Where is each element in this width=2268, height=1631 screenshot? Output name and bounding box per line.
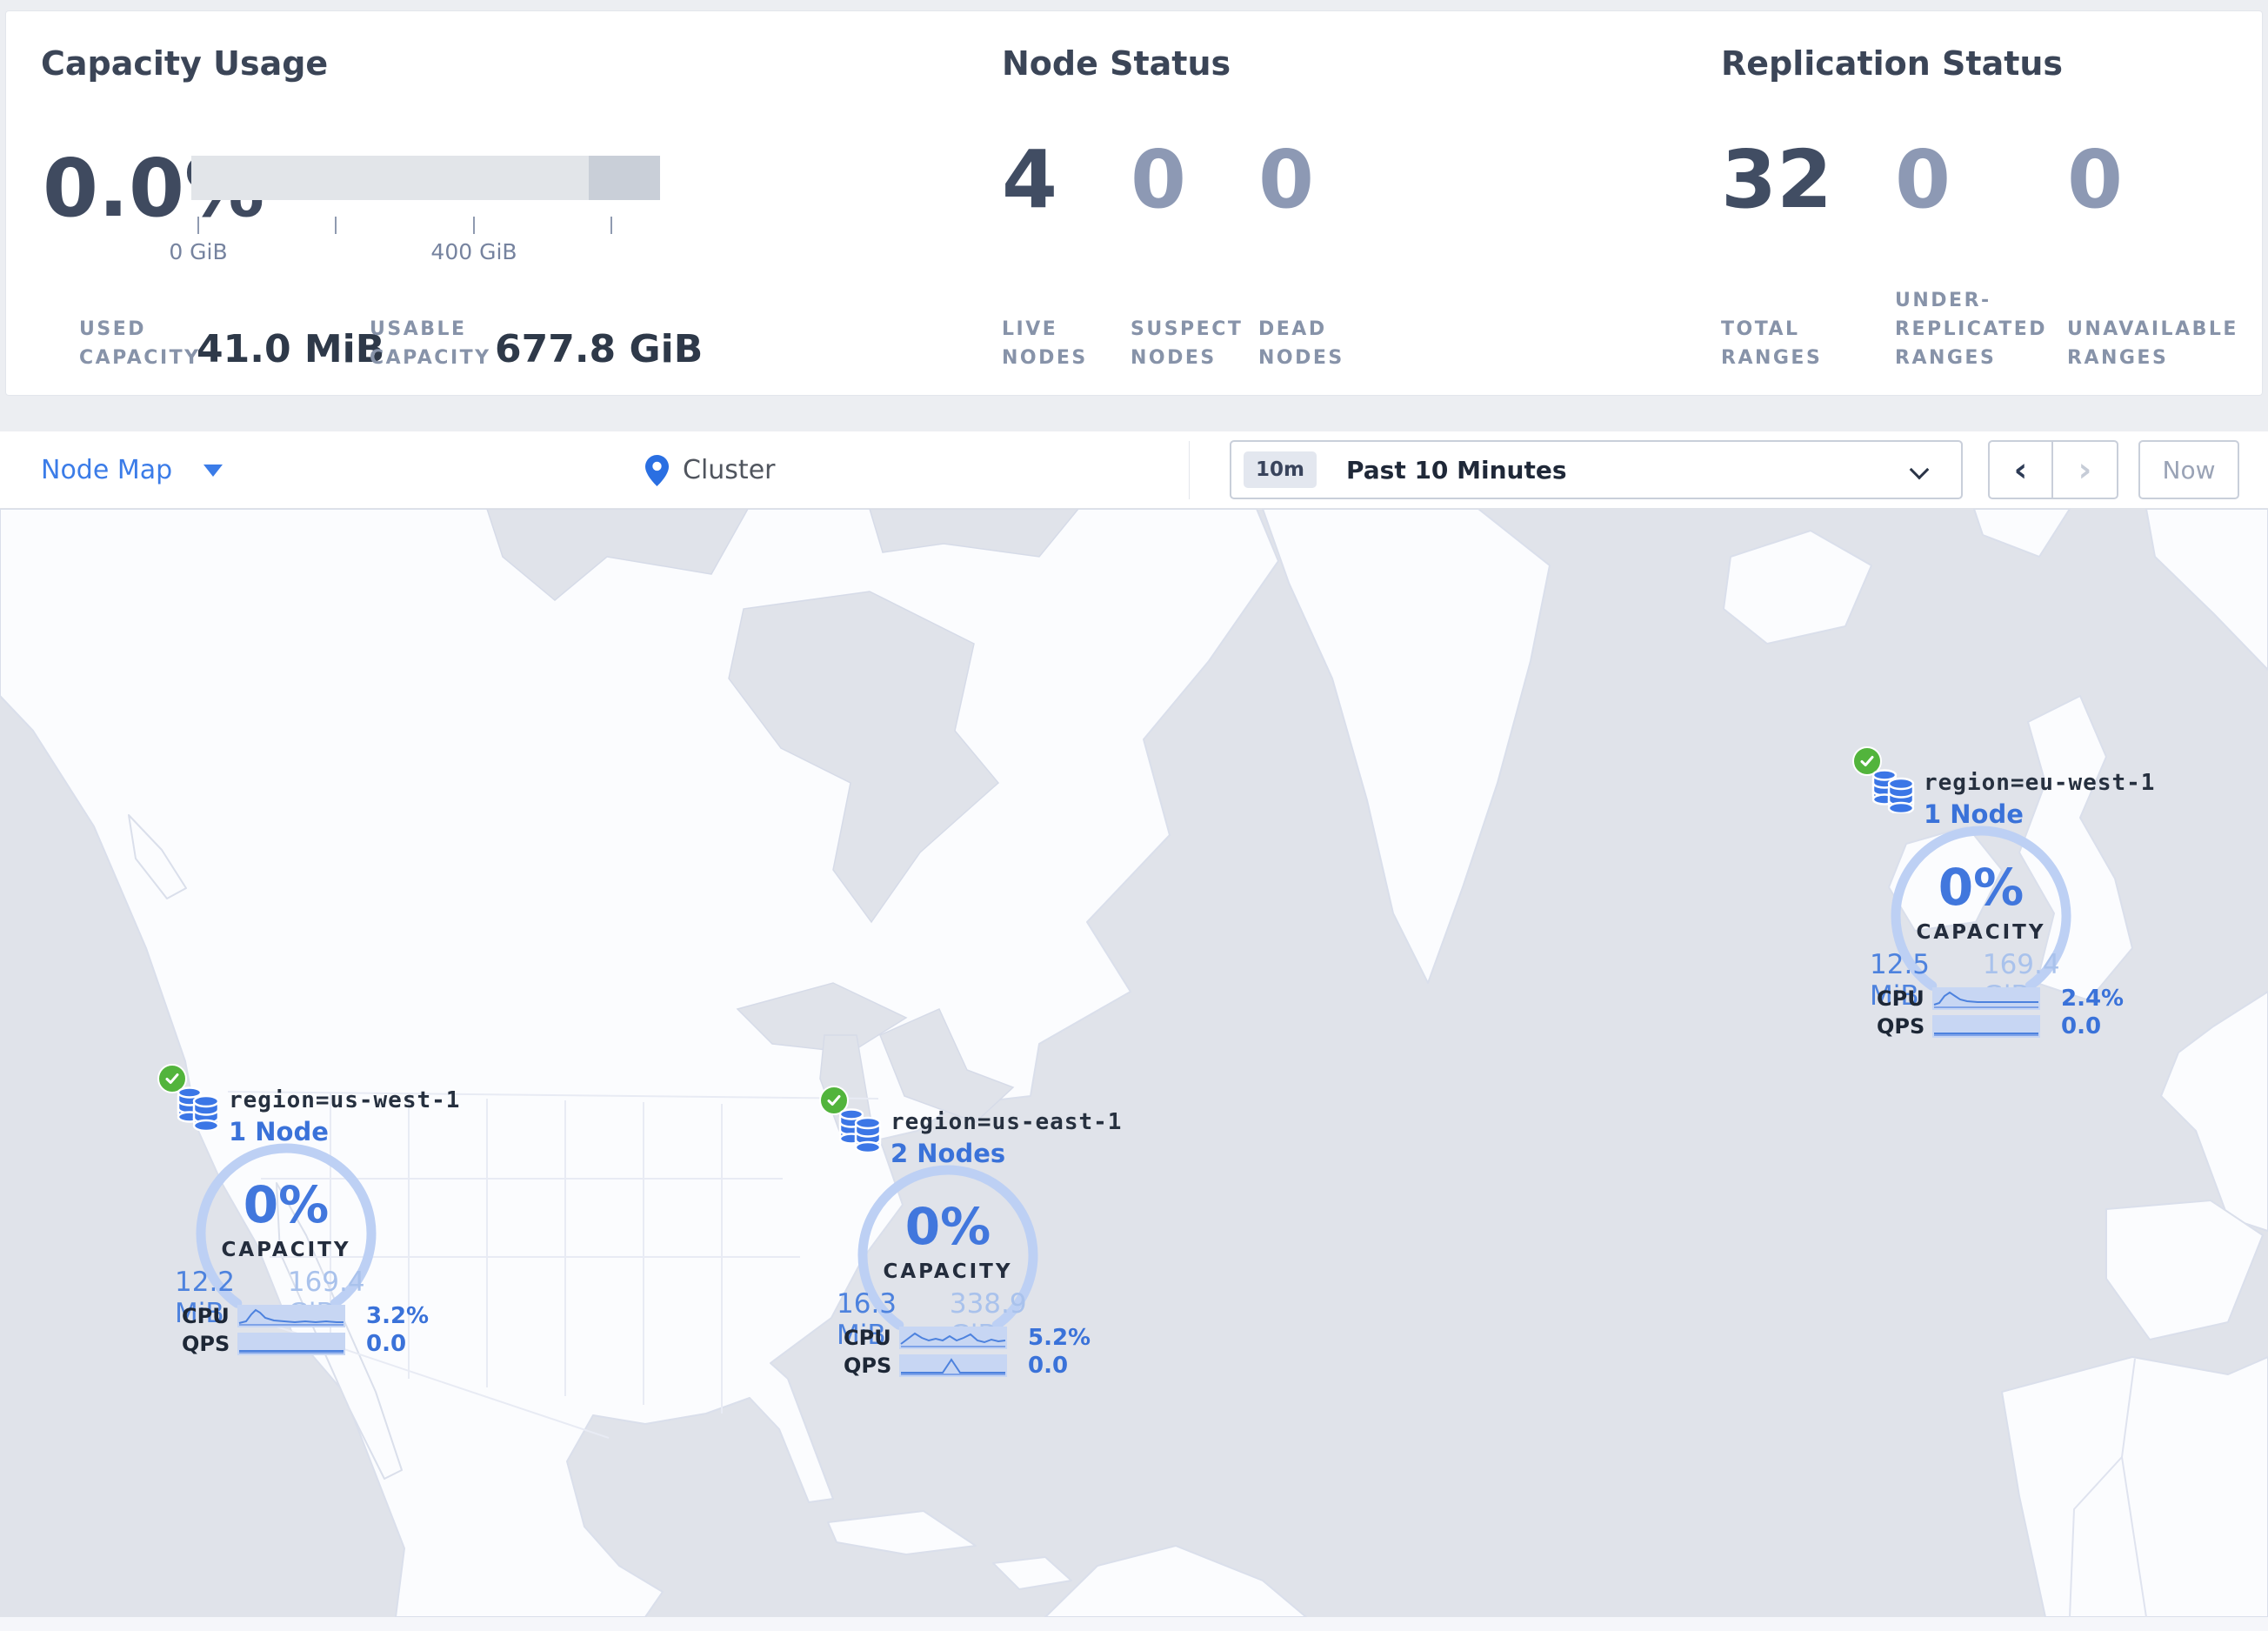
qps-value: 0.0: [1028, 1353, 1069, 1379]
capacity-tick-label: 0 GiB: [169, 239, 228, 264]
qps-sparkline: [1932, 1015, 2040, 1038]
time-range-badge: 10m: [1244, 451, 1317, 488]
unavailable-count: 0: [2067, 133, 2124, 226]
region-capacity-percent: 0%: [243, 1175, 330, 1234]
capacity-tick: [473, 217, 475, 234]
breadcrumb-label: Cluster: [683, 455, 776, 485]
cpu-sparkline: [237, 1305, 345, 1327]
capacity-usage-title: Capacity Usage: [41, 44, 329, 83]
unavailable-label: UNAVAILABLE RANGES: [2067, 318, 2238, 369]
database-stack-icon: [177, 1086, 220, 1131]
suspect-nodes-count: 0: [1131, 133, 1187, 226]
live-nodes-count: 4: [1002, 133, 1058, 226]
capacity-bar-reserved-segment: [589, 156, 660, 200]
cluster-summary-panel: Capacity Usage 0.0% 0 GiB 400 GiB USED C…: [5, 10, 2263, 396]
time-prev-button[interactable]: ‹: [1990, 442, 2053, 498]
map-greenland: [1262, 508, 1551, 984]
region-name: region=eu-west-1: [1924, 770, 2156, 796]
view-selector-dropdown[interactable]: Node Map: [41, 431, 223, 509]
map-france: [2160, 991, 2268, 1232]
region-capacity-label: CAPACITY: [221, 1239, 351, 1261]
region-capacity-label: CAPACITY: [1916, 921, 2046, 944]
capacity-bar: [191, 156, 660, 200]
dead-nodes-label: DEAD NODES: [1258, 318, 1344, 369]
total-ranges-count: 32: [1721, 133, 1833, 226]
usable-capacity-label: USABLE CAPACITY: [370, 318, 491, 369]
region-marker-eu-west-1[interactable]: region=eu-west-1 1 Node 0% CAPACITY 12.5…: [1816, 742, 2154, 1046]
database-stack-icon: [1871, 769, 1915, 813]
cpu-sparkline: [1932, 987, 2040, 1010]
dead-nodes-count: 0: [1258, 133, 1315, 226]
chevron-down-icon: [1909, 459, 1930, 480]
map-pin-icon: [645, 454, 669, 486]
map-toolbar: Node Map Cluster 10m Past 10 Minutes ‹ ›…: [0, 431, 2268, 509]
qps-label: QPS: [1877, 1014, 1925, 1039]
cpu-value: 2.4%: [2061, 986, 2125, 1012]
region-marker-us-west-1[interactable]: region=us-west-1 1 Node 0% CAPACITY 12.2…: [121, 1059, 459, 1364]
total-ranges-label: TOTAL RANGES: [1721, 318, 1823, 369]
toolbar-divider: [1189, 441, 1190, 499]
region-capacity-percent: 0%: [1938, 858, 2025, 917]
now-button[interactable]: Now: [2138, 440, 2239, 499]
cpu-value: 3.2%: [366, 1303, 430, 1329]
map-cuba: [827, 1510, 977, 1555]
region-marker-us-east-1[interactable]: region=us-east-1 2 Nodes 0% CAPACITY 16.…: [783, 1081, 1121, 1386]
region-name: region=us-east-1: [891, 1109, 1123, 1135]
under-replicated-label: UNDER-REPLICATED RANGES: [1895, 290, 2048, 369]
qps-value: 0.0: [2061, 1013, 2102, 1039]
capacity-tick: [610, 217, 612, 234]
node-status-title: Node Status: [1002, 44, 1231, 83]
time-next-button[interactable]: ›: [2053, 442, 2117, 498]
cpu-value: 5.2%: [1028, 1325, 1091, 1351]
used-capacity-label: USED CAPACITY: [79, 318, 201, 369]
suspect-nodes-label: SUSPECT NODES: [1131, 318, 1244, 369]
under-replicated-count: 0: [1895, 133, 1951, 226]
map-hispaniola: [992, 1556, 1072, 1590]
database-stack-icon: [838, 1108, 882, 1153]
capacity-tick-label: 400 GiB: [430, 239, 517, 264]
caret-down-icon: [203, 464, 223, 477]
map-island: [1973, 508, 2071, 558]
map-south-america: [1044, 1545, 1307, 1618]
time-range-dropdown[interactable]: 10m Past 10 Minutes: [1230, 440, 1963, 499]
cpu-label: CPU: [1877, 986, 1924, 1011]
live-nodes-label: LIVE NODES: [1002, 318, 1088, 369]
replication-status-title: Replication Status: [1721, 44, 2064, 83]
time-range-label: Past 10 Minutes: [1345, 455, 1567, 485]
view-selector-label: Node Map: [41, 455, 173, 485]
qps-label: QPS: [182, 1332, 230, 1356]
qps-label: QPS: [844, 1354, 892, 1378]
map-scandinavia: [2145, 508, 2268, 671]
map-iceland: [1723, 530, 1872, 645]
used-capacity-value: 41.0 MiB: [197, 327, 385, 371]
qps-sparkline: [899, 1354, 1007, 1377]
region-capacity-percent: 0%: [904, 1197, 991, 1256]
region-capacity-label: CAPACITY: [883, 1260, 1013, 1283]
cpu-sparkline: [899, 1327, 1007, 1349]
page-footer: [0, 1617, 2268, 1631]
cpu-label: CPU: [182, 1304, 230, 1328]
qps-value: 0.0: [366, 1331, 407, 1357]
capacity-tick: [197, 217, 199, 234]
breadcrumb[interactable]: Cluster: [645, 431, 775, 509]
region-name: region=us-west-1: [229, 1087, 461, 1113]
cpu-label: CPU: [844, 1326, 891, 1350]
time-step-buttons: ‹ ›: [1988, 440, 2118, 499]
usable-capacity-value: 677.8 GiB: [495, 327, 704, 371]
qps-sparkline: [237, 1333, 345, 1355]
capacity-tick: [335, 217, 337, 234]
map-north-africa: [2001, 1356, 2268, 1618]
map-iberia: [2105, 1200, 2264, 1340]
